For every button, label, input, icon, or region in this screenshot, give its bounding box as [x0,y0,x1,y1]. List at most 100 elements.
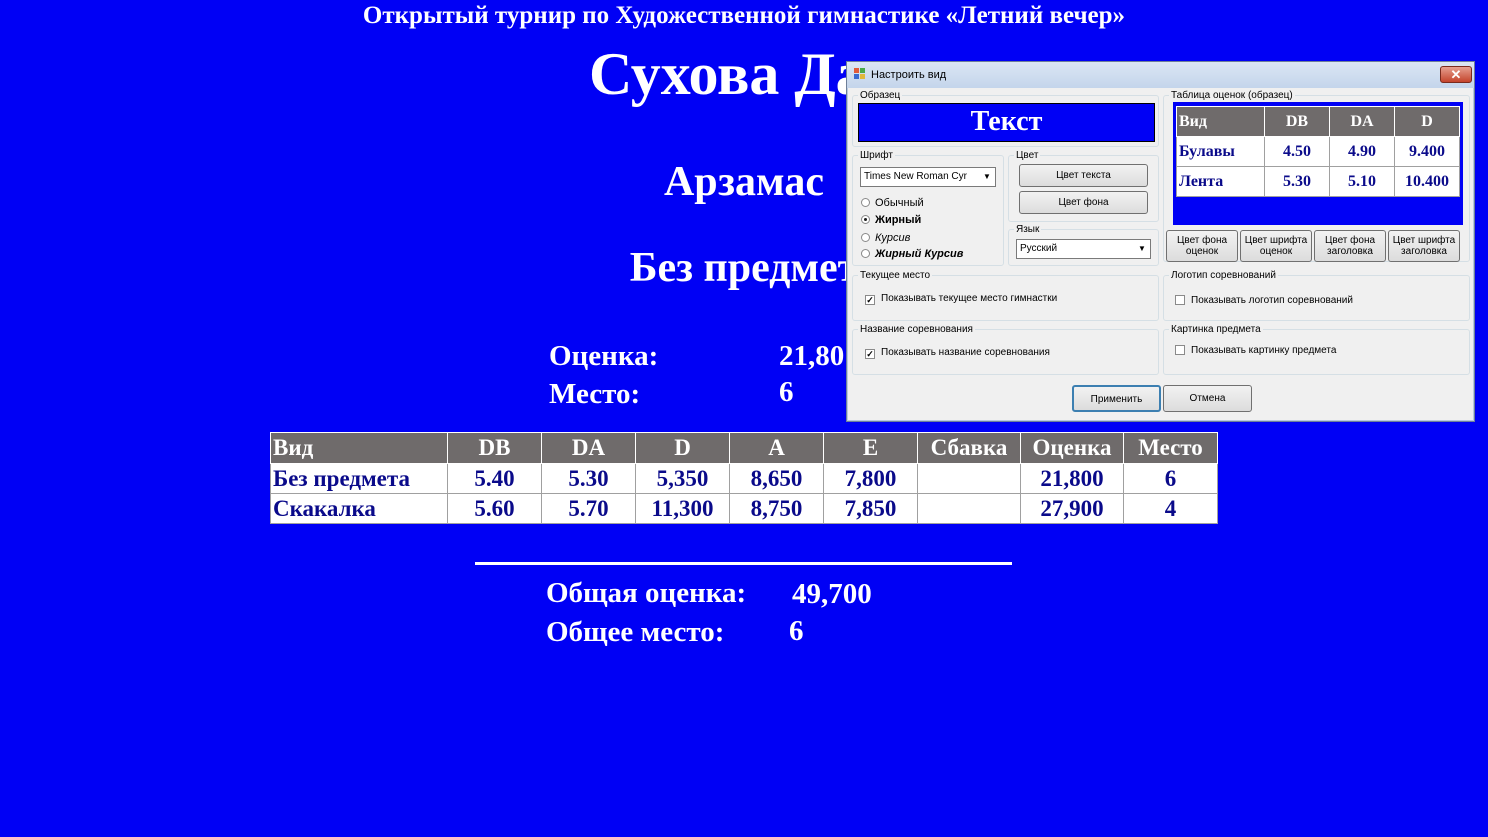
style-option-italic[interactable]: Курсив [861,232,910,244]
checkbox-label: Показывать логотип соревнований [1191,295,1353,306]
radio-icon[interactable] [861,249,870,258]
col-header: Место [1123,432,1218,464]
checkbox-checked-icon[interactable]: ✓ [865,295,875,305]
table-cell: Булавы [1176,136,1265,167]
style-option-regular[interactable]: Обычный [861,197,924,209]
col-header: D [635,432,730,464]
table-cell: 7,800 [823,463,918,494]
competition-name-group-label: Название соревнования [860,324,973,335]
col-header: DB [1264,106,1330,137]
col-header: A [729,432,824,464]
style-option-label: Обычный [875,197,924,209]
sample-text-preview: Текст [858,103,1155,142]
separator-line [475,562,1012,565]
table-cell: 4 [1123,493,1218,524]
table-cell: 4.90 [1329,136,1395,167]
table-cell: 21,800 [1020,463,1124,494]
table-cell [917,463,1021,494]
table-cell: 5.40 [447,463,542,494]
table-cell: 5.10 [1329,166,1395,197]
font-select-value: Times New Roman Cyr [864,171,967,182]
chevron-down-icon[interactable]: ▼ [980,169,994,185]
close-icon: ✕ [1450,67,1462,82]
score-bg-color-button[interactable]: Цвет фона оценок [1166,230,1238,262]
style-option-bold-italic[interactable]: Жирный Курсив [861,248,963,260]
competition-title: Открытый турнир по Художественной гимнас… [362,2,1126,29]
table-cell: Без предмета [270,463,448,494]
apparatus-picture-checkbox[interactable]: Показывать картинку предмета [1175,345,1336,356]
checkbox-checked-icon[interactable]: ✓ [865,349,875,359]
sample-group-label: Образец [860,90,901,101]
current-place-group-label: Текущее место [860,270,931,281]
current-place-checkbox[interactable]: ✓ Показывать текущее место гимнастки [865,293,1057,305]
table-cell: 10.400 [1394,166,1460,197]
dialog-titlebar[interactable]: Настроить вид ✕ [847,62,1474,88]
close-button[interactable]: ✕ [1440,66,1472,83]
col-header: Оценка [1020,432,1124,464]
button-line: оценок [1185,246,1219,257]
checkbox-label: Показывать название соревнования [881,347,1050,358]
language-select[interactable]: Русский ▼ [1016,239,1151,259]
settings-dialog: Настроить вид ✕ Образец Текст Шрифт Time… [846,61,1475,422]
table-cell: 5.70 [541,493,636,524]
radio-icon[interactable] [861,215,870,224]
table-row: Без предмета 5.40 5.30 5,350 8,650 7,800… [270,463,1218,494]
table-cell: 9.400 [1394,136,1460,167]
preview-table: Вид DB DA D Булавы 4.50 4.90 9.400 Лента… [1176,106,1460,197]
radio-icon[interactable] [861,198,870,207]
checkbox-label: Показывать картинку предмета [1191,345,1337,356]
table-cell: 4.50 [1264,136,1330,167]
results-table: Вид DB DA D A E Сбавка Оценка Место Без … [270,432,1218,524]
button-line: заголовка [1327,246,1373,257]
apparatus-picture-group-label: Картинка предмета [1171,324,1261,335]
checkbox-unchecked-icon[interactable] [1175,345,1185,355]
logo-group-label: Логотип соревнований [1171,270,1276,281]
table-row: Лента 5.30 5.10 10.400 [1176,166,1460,197]
checkbox-label: Показывать текущее место гимнастки [881,293,1058,304]
dialog-title: Настроить вид [871,69,947,81]
place-value: 6 [779,376,794,408]
cancel-button[interactable]: Отмена [1163,385,1252,412]
checkbox-unchecked-icon[interactable] [1175,295,1185,305]
table-cell: 8,650 [729,463,824,494]
button-line: Цвет фона [1324,235,1376,246]
button-line: Цвет шрифта [1244,235,1308,246]
preview-group-label: Таблица оценок (образец) [1171,90,1293,101]
apply-button[interactable]: Применить [1072,385,1161,412]
color-group-label: Цвет [1016,150,1039,161]
total-place-value: 6 [789,615,804,647]
chevron-down-icon[interactable]: ▼ [1135,241,1149,257]
total-place-label: Общее место: [546,616,725,648]
col-header: DB [447,432,542,464]
app-icon [854,68,865,79]
header-font-color-button[interactable]: Цвет шрифта заголовка [1388,230,1460,262]
header-bg-color-button[interactable]: Цвет фона заголовка [1314,230,1386,262]
score-value: 21,80 [779,340,845,372]
competition-name-checkbox[interactable]: ✓ Показывать название соревнования [865,347,1050,359]
style-option-label: Жирный Курсив [875,248,964,260]
results-header-row: Вид DB DA D A E Сбавка Оценка Место [270,432,1218,464]
style-option-label: Жирный [875,214,922,226]
table-cell: 5.30 [1264,166,1330,197]
col-header: D [1394,106,1460,137]
button-line: Цвет шрифта [1392,235,1456,246]
style-option-label: Курсив [875,232,911,244]
table-cell: 6 [1123,463,1218,494]
style-option-bold[interactable]: Жирный [861,214,921,226]
bg-color-button[interactable]: Цвет фона [1019,191,1148,214]
language-select-value: Русский [1020,243,1058,254]
font-group-label: Шрифт [860,150,893,161]
table-cell: 5.30 [541,463,636,494]
text-color-button[interactable]: Цвет текста [1019,164,1148,187]
button-line: Цвет фона [1176,235,1228,246]
radio-icon[interactable] [861,233,870,242]
table-cell: 5.60 [447,493,542,524]
place-label: Место: [549,378,641,410]
table-row: Булавы 4.50 4.90 9.400 [1176,136,1460,167]
logo-checkbox[interactable]: Показывать логотип соревнований [1175,295,1353,306]
font-select[interactable]: Times New Roman Cyr ▼ [860,167,996,187]
col-header: E [823,432,918,464]
score-font-color-button[interactable]: Цвет шрифта оценок [1240,230,1312,262]
table-cell: 7,850 [823,493,918,524]
language-group-label: Язык [1016,224,1040,235]
